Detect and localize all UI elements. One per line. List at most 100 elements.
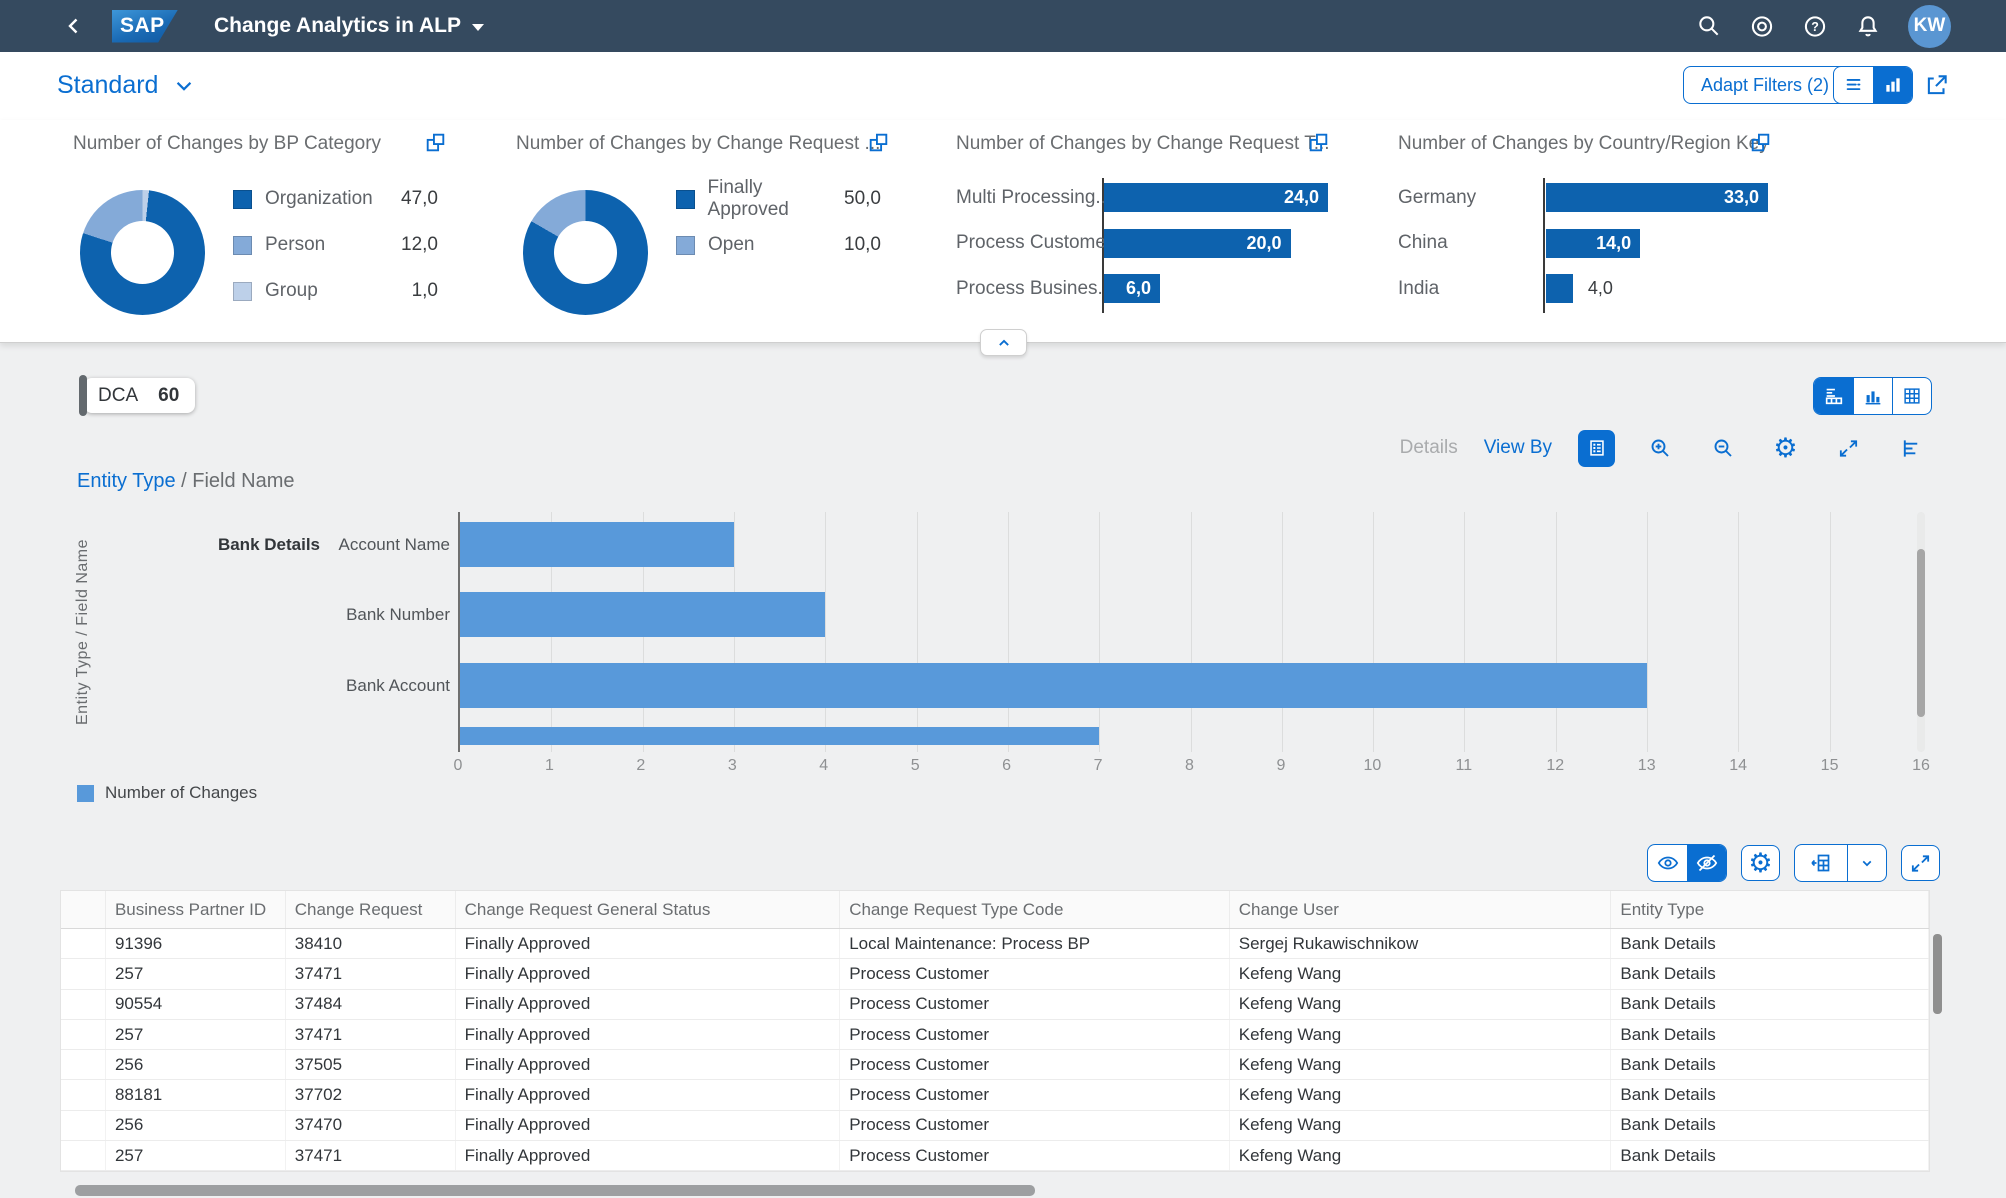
horizontal-scrollbar-thumb[interactable] <box>75 1185 1035 1196</box>
table-row[interactable]: 257 37471 Finally Approved Process Customer… <box>61 1019 1930 1051</box>
kpi-charts-toggle[interactable] <box>1873 67 1912 103</box>
row-select-cell[interactable] <box>61 929 106 959</box>
row-select-cell[interactable] <box>61 1110 106 1141</box>
kpi-bar-row[interactable]: India 4,0 <box>1398 274 1818 303</box>
table-cell: Finally Approved <box>456 1110 841 1141</box>
kpi-legend-item[interactable]: Organization 47,0 <box>233 184 438 214</box>
kpi-legend-item[interactable]: Open 10,0 <box>676 230 881 260</box>
legend-label: Open <box>708 234 755 255</box>
table-row[interactable]: 88181 37702 Finally Approved Process Custom… <box>61 1080 1930 1111</box>
chart-bar[interactable] <box>460 663 1648 708</box>
table-row[interactable]: 91396 38410 Finally Approved Local Maintena… <box>61 929 1930 960</box>
gridline <box>1464 512 1466 752</box>
kpi-card-bp-category[interactable]: Number of Changes by BP Category Organiz… <box>73 120 503 342</box>
adapt-filters-button[interactable]: Adapt Filters (2) <box>1683 66 1848 104</box>
breadcrumb-entity-type-link[interactable]: Entity Type <box>77 470 176 492</box>
row-select-cell[interactable] <box>61 959 106 989</box>
table-settings-button[interactable]: ⚙ <box>1741 845 1780 881</box>
export-menu-button[interactable] <box>1847 845 1886 881</box>
view-by-button[interactable]: View By <box>1484 437 1552 459</box>
collapse-header-button[interactable] <box>980 329 1027 356</box>
kpi-bar-row[interactable]: China 14,0 <box>1398 228 1818 258</box>
chart-bar[interactable] <box>460 592 826 637</box>
popout-icon[interactable] <box>423 130 448 155</box>
table-row[interactable]: 257 37471 Finally Approved Process Customer… <box>61 1141 1930 1172</box>
kpi-bar[interactable]: 20,0 <box>1104 228 1291 258</box>
kpi-bar-row[interactable]: Process Customer 20,0 <box>956 228 1376 258</box>
share-button[interactable] <box>1924 72 1950 98</box>
view-chart-button[interactable] <box>1853 378 1892 414</box>
row-select-cell[interactable] <box>61 1080 106 1110</box>
kpi-bar[interactable]: 14,0 <box>1546 228 1641 258</box>
column-header[interactable] <box>61 891 106 928</box>
table-cell: Process Customer <box>840 1050 1230 1080</box>
gridline <box>1829 512 1831 752</box>
column-header[interactable]: Business Partner ID <box>106 891 286 928</box>
chart-bar[interactable] <box>460 522 734 567</box>
kpi-bar-label: Process Customer <box>956 232 1113 253</box>
row-select-cell[interactable] <box>61 989 106 1019</box>
kpi-legend-item[interactable]: Finally Approved 50,0 <box>676 177 881 220</box>
table-row[interactable]: 257 37471 Finally Approved Process Customer… <box>61 959 1930 990</box>
chart-fullscreen-button[interactable] <box>1830 430 1867 467</box>
kpi-bar[interactable]: 24,0 <box>1104 183 1328 212</box>
kpi-legend-item[interactable]: Group 1,0 <box>233 276 438 306</box>
notifications-button[interactable] <box>1855 13 1881 39</box>
view-table-button[interactable] <box>1892 378 1931 414</box>
row-select-cell[interactable] <box>61 1050 106 1080</box>
table-cell: 256 <box>106 1050 286 1080</box>
kpi-bar[interactable] <box>1546 274 1573 303</box>
kpi-bar-row[interactable]: Germany 33,0 <box>1398 183 1818 212</box>
kpi-bar-row[interactable]: Process Busines... 6,0 <box>956 274 1376 303</box>
row-select-cell[interactable] <box>61 1141 106 1171</box>
legend-toggle-button[interactable] <box>1578 429 1615 467</box>
show-details-button[interactable] <box>1648 845 1687 881</box>
table-toolbar: ⚙ <box>0 844 1940 882</box>
donut-chart-cr-status[interactable] <box>523 190 648 315</box>
zoom-out-button[interactable] <box>1704 430 1741 467</box>
zoom-in-button[interactable] <box>1641 430 1678 467</box>
back-button[interactable] <box>62 14 86 38</box>
kpi-card-country[interactable]: Number of Changes by Country/Region Key … <box>1398 120 1818 342</box>
help-button[interactable]: ? <box>1802 13 1828 39</box>
filterbar-fields-toggle[interactable] <box>1834 67 1873 103</box>
dca-filter-chip[interactable]: DCA 60 <box>79 375 196 416</box>
kpi-card-cr-type[interactable]: Number of Changes by Change Request T...… <box>956 120 1376 342</box>
results-table: Business Partner ID Change Request Change … <box>60 890 1930 1173</box>
kpi-legend-item[interactable]: Person 12,0 <box>233 230 438 260</box>
search-button[interactable] <box>1696 13 1722 39</box>
variant-selector[interactable]: Standard <box>57 71 195 100</box>
shell-header: SAP Change Analytics in ALP ? KW <box>0 0 2006 52</box>
column-header[interactable]: Change Request <box>286 891 456 928</box>
kpi-card-cr-status[interactable]: Number of Changes by Change Request ... … <box>516 120 946 342</box>
kpi-legend: Organization 47,0 Person 12,0 Group 1,0 <box>233 184 438 322</box>
kpi-bar-row[interactable]: Multi Processing... 24,0 <box>956 183 1376 212</box>
table-fullscreen-button[interactable] <box>1901 845 1940 881</box>
table-cell: Process Customer <box>840 1141 1230 1171</box>
row-select-cell[interactable] <box>61 1019 106 1050</box>
main-bar-chart[interactable] <box>458 512 1922 752</box>
chart-bar-partial[interactable] <box>460 727 1100 745</box>
column-header[interactable]: Entity Type <box>1611 891 1930 928</box>
popout-icon[interactable] <box>866 130 891 155</box>
column-header[interactable]: Change Request General Status <box>456 891 841 928</box>
chart-settings-button[interactable]: ⚙ <box>1767 430 1804 467</box>
table-scrollbar-thumb[interactable] <box>1933 934 1942 1014</box>
kpi-bar[interactable]: 33,0 <box>1546 183 1768 212</box>
chart-scrollbar-thumb[interactable] <box>1917 549 1925 717</box>
app-title-menu[interactable]: Change Analytics in ALP <box>214 14 484 38</box>
view-switch <box>1813 377 1932 415</box>
column-header[interactable]: Change Request Type Code <box>840 891 1230 928</box>
user-avatar[interactable]: KW <box>1908 4 1951 48</box>
donut-chart-bp-category[interactable] <box>80 190 205 315</box>
chart-type-button[interactable] <box>1893 430 1930 467</box>
column-header[interactable]: Change User <box>1230 891 1612 928</box>
table-row[interactable]: 256 37470 Finally Approved Process Customer… <box>61 1110 1930 1142</box>
copilot-button[interactable] <box>1749 13 1775 39</box>
table-row[interactable]: 256 37505 Finally Approved Process Customer… <box>61 1050 1930 1081</box>
hide-details-button[interactable] <box>1687 845 1726 881</box>
export-spreadsheet-button[interactable] <box>1795 845 1847 881</box>
kpi-bar[interactable]: 6,0 <box>1104 274 1160 303</box>
view-hybrid-button[interactable] <box>1814 378 1853 414</box>
table-row[interactable]: 90554 37484 Finally Approved Process Custom… <box>61 989 1930 1020</box>
